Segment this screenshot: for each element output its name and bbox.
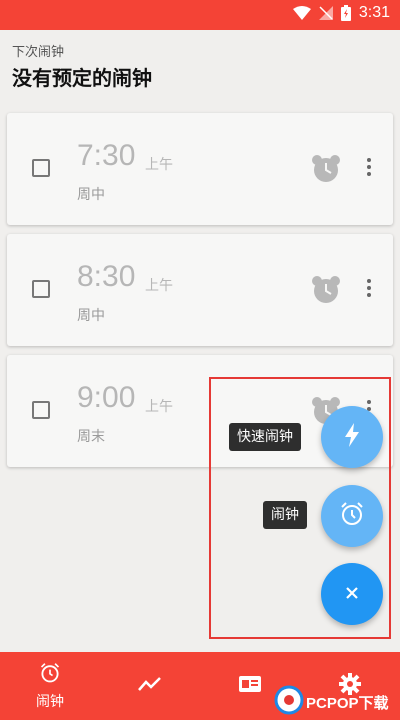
watermark-text: PCPOP下载 <box>306 694 389 712</box>
alarm-time[interactable]: 7:30 <box>77 139 135 173</box>
close-fab-button[interactable] <box>321 563 383 625</box>
alarm-checkbox[interactable] <box>32 280 50 298</box>
watermark: PCPOP下载 <box>274 685 389 719</box>
stats-chart-icon <box>138 676 162 696</box>
alarm-card[interactable]: 8:30 上午 周中 <box>7 234 393 346</box>
alarm-card[interactable]: 7:30 上午 周中 <box>7 113 393 225</box>
pcpop-logo-icon <box>274 685 304 719</box>
battery-charging-icon <box>340 5 351 21</box>
alarm-clock-icon <box>39 662 61 688</box>
nav-label-alarm: 闹钟 <box>36 693 64 710</box>
status-time: 3:31 <box>358 4 390 21</box>
next-alarm-label: 下次闹钟 <box>12 45 65 60</box>
nav-item-alarm[interactable]: 闹钟 <box>26 652 74 720</box>
bear-icon[interactable] <box>311 153 341 187</box>
alarm-clock-icon <box>339 501 365 531</box>
page-title: 没有预定的闹钟 <box>12 66 152 90</box>
no-signal-icon <box>318 6 333 20</box>
alarm-repeat[interactable]: 周中 <box>77 184 105 204</box>
alarm-checkbox[interactable] <box>32 159 50 177</box>
bear-icon[interactable] <box>311 274 341 308</box>
status-bar: 3:31 <box>0 0 400 30</box>
wifi-icon <box>292 6 311 20</box>
quick-alarm-button[interactable] <box>321 406 383 468</box>
more-options-icon[interactable] <box>359 276 379 304</box>
close-icon <box>345 585 359 604</box>
alarm-tooltip: 闹钟 <box>263 501 307 529</box>
alarm-ampm: 上午 <box>145 157 173 173</box>
alarm-ampm: 上午 <box>145 399 173 415</box>
alarm-ampm: 上午 <box>145 278 173 294</box>
nav-item-cards[interactable] <box>230 652 270 720</box>
add-alarm-button[interactable] <box>321 485 383 547</box>
alarm-repeat[interactable]: 周中 <box>77 305 105 325</box>
status-icons: 3:31 <box>292 4 390 22</box>
nav-item-stats[interactable] <box>130 652 170 720</box>
more-options-icon[interactable] <box>359 155 379 183</box>
quick-alarm-tooltip: 快速闹钟 <box>229 423 301 451</box>
id-card-icon <box>238 675 262 697</box>
alarm-repeat[interactable]: 周末 <box>77 426 105 446</box>
alarm-time[interactable]: 8:30 <box>77 260 135 294</box>
alarm-checkbox[interactable] <box>32 401 50 419</box>
lightning-icon <box>343 423 361 451</box>
alarm-time[interactable]: 9:00 <box>77 381 135 415</box>
